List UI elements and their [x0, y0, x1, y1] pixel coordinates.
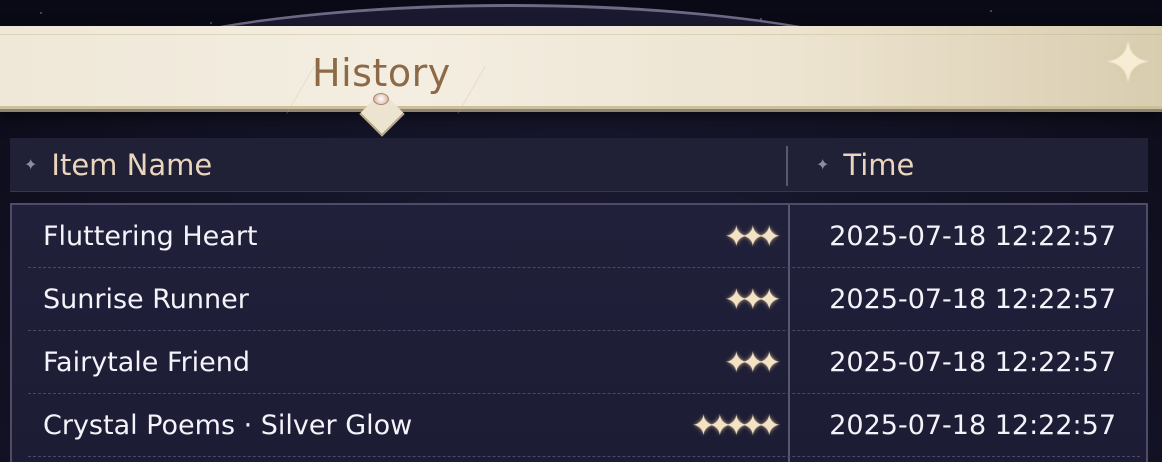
column-divider	[786, 146, 788, 186]
sparkle-star-icon: ✦	[1104, 31, 1152, 96]
history-screen: History ✦ ✦ Item Name ✦ Time Fluttering …	[0, 0, 1162, 462]
item-name: Fluttering Heart	[43, 221, 258, 252]
item-name: Crystal Poems · Silver Glow	[43, 410, 413, 441]
column-header-time: ✦ Time	[816, 138, 914, 191]
history-table-body[interactable]: Fluttering Heart ✦✦✦ 2025-07-18 12:22:57…	[10, 203, 1148, 462]
item-time: 2025-07-18 12:22:57	[829, 221, 1116, 252]
column-header-item-name: ✦ Item Name	[24, 138, 212, 191]
star-rating-icon: ✦✦✦	[724, 220, 781, 253]
star-rating-icon: ✦✦✦✦✦	[691, 409, 781, 442]
item-time: 2025-07-18 12:22:57	[829, 284, 1116, 315]
column-header-label: Time	[843, 147, 915, 182]
star-dot	[990, 10, 992, 12]
column-header-label: Item Name	[51, 147, 213, 182]
item-name: Fairytale Friend	[43, 347, 251, 378]
star-rating-icon: ✦✦✦	[724, 283, 781, 316]
item-time: 2025-07-18 12:22:57	[829, 410, 1116, 441]
item-name: Sunrise Runner	[43, 284, 249, 315]
four-point-star-icon: ✦	[24, 155, 38, 174]
table-row: Crystal Poems · Silver Glow ✦✦✦✦✦ 2025-0…	[12, 394, 1146, 457]
table-row: Sunrise Runner ✦✦✦ 2025-07-18 12:22:57	[12, 268, 1146, 331]
star-dot	[40, 12, 42, 14]
table-row: Fluttering Heart ✦✦✦ 2025-07-18 12:22:57	[12, 205, 1146, 268]
item-time: 2025-07-18 12:22:57	[829, 347, 1116, 378]
page-title: History	[312, 51, 451, 95]
table-row: Fairytale Friend ✦✦✦ 2025-07-18 12:22:57	[12, 331, 1146, 394]
gem-icon	[373, 93, 389, 105]
star-dot	[210, 22, 212, 24]
title-banner: History	[0, 26, 1162, 114]
star-rating-icon: ✦✦✦	[724, 346, 781, 379]
four-point-star-icon: ✦	[816, 155, 830, 174]
table-header: ✦ Item Name ✦ Time	[10, 138, 1148, 192]
